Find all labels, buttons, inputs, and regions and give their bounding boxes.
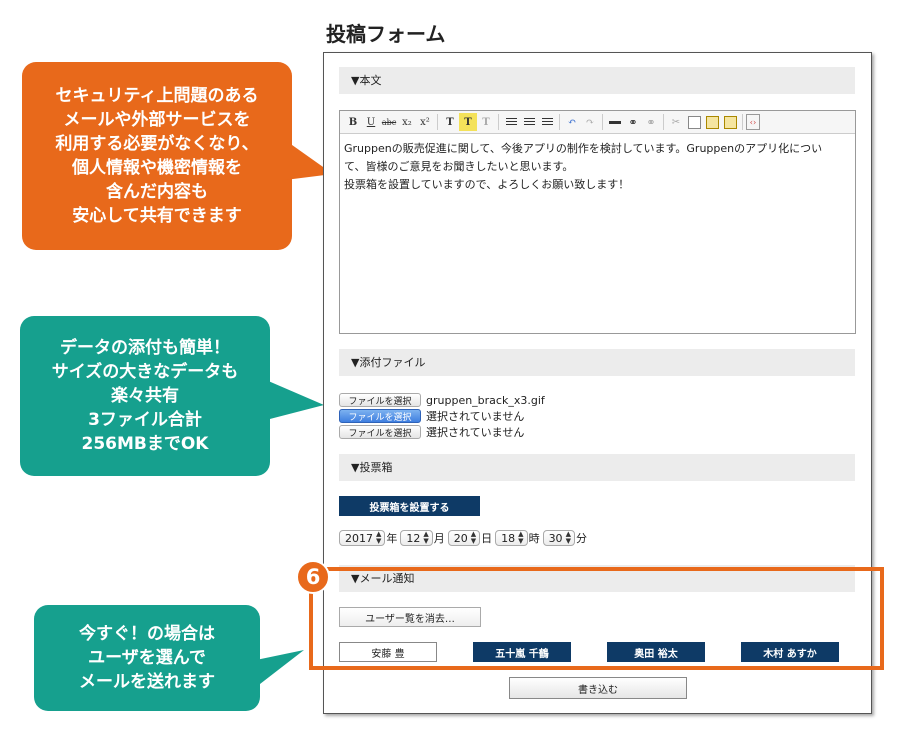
rich-text-editor[interactable]: B U abc x₂ x² T T T ↶ ↷ ⚭ ⚭ ✂ ‹› Gruppen… <box>339 110 856 334</box>
superscript-icon[interactable]: x² <box>416 113 434 131</box>
toolbar-divider <box>663 114 664 130</box>
month-select[interactable]: 12 ▲ ▼ <box>400 530 433 546</box>
file-row: ファイルを選択 選択されていません <box>339 408 524 424</box>
link-icon[interactable]: ⚭ <box>624 113 642 131</box>
editor-content[interactable]: Gruppenの販売促進に関して、今後アプリの制作を検討しています。Gruppe… <box>340 134 855 200</box>
undo-icon[interactable]: ↶ <box>563 113 581 131</box>
choose-file-button[interactable]: ファイルを選択 <box>339 409 421 423</box>
file-status: gruppen_brack_x3.gif <box>426 393 545 407</box>
file-row: ファイルを選択 gruppen_brack_x3.gif <box>339 392 545 408</box>
choose-file-button[interactable]: ファイルを選択 <box>339 425 421 439</box>
choose-file-button[interactable]: ファイルを選択 <box>339 393 421 407</box>
horizontal-rule-icon[interactable] <box>606 113 624 131</box>
editor-line: Gruppenの販売促進に関して、今後アプリの制作を検討しています。Gruppe… <box>344 142 823 155</box>
bold-icon[interactable]: B <box>344 113 362 131</box>
day-select[interactable]: 20 ▲ ▼ <box>447 530 481 546</box>
toolbar-divider <box>559 114 560 130</box>
minute-select[interactable]: 30 ▲ ▼ <box>542 530 575 546</box>
security-callout-text: セキュリティ上問題のある メールや外部サービスを 利用する必要がなくなり、 個人… <box>55 86 259 226</box>
section-header-body: ▼本文 <box>339 67 855 94</box>
hour-select[interactable]: 18 ▲ ▼ <box>495 530 528 546</box>
step-badge: 6 <box>296 560 330 594</box>
cut-icon[interactable]: ✂ <box>667 113 685 131</box>
year-unit: 年 <box>386 532 398 545</box>
source-icon[interactable]: ‹› <box>746 114 760 130</box>
unlink-icon[interactable]: ⚭ <box>642 113 660 131</box>
file-row: ファイルを選択 選択されていません <box>339 424 524 440</box>
remove-format-icon[interactable]: T <box>477 113 495 131</box>
align-left-icon[interactable] <box>502 113 520 131</box>
mail-callout-text: 今すぐ！の場合は ユーザを選んで メールを送れます <box>79 624 215 692</box>
toolbar-divider <box>437 114 438 130</box>
file-status: 選択されていません <box>426 410 525 423</box>
deadline-picker: 2017 ▲ ▼ 年 12 ▲ ▼ 月 20 ▲ ▼ 日 18 ▲ ▼ 時 30 ▲ ▼ 分 <box>339 530 587 546</box>
toolbar-divider <box>602 114 603 130</box>
setup-ballot-button[interactable]: 投票箱を設置する <box>339 496 480 516</box>
editor-line: て、皆様のご意見をお聞きしたいと思います。 <box>344 160 574 173</box>
minute-unit: 分 <box>575 532 587 545</box>
text-color-icon[interactable]: T <box>441 113 459 131</box>
underline-icon[interactable]: U <box>362 113 380 131</box>
align-center-icon[interactable] <box>520 113 538 131</box>
align-right-icon[interactable] <box>538 113 556 131</box>
editor-line: 投票箱を設置していますので、よろしくお願い致します！ <box>344 178 630 191</box>
attachment-callout-text: データの添付も簡単！ サイズの大きなデータも 楽々共有 3ファイル合計 256M… <box>51 338 239 454</box>
month-unit: 月 <box>433 532 445 545</box>
paste-word-icon[interactable] <box>721 113 739 131</box>
editor-toolbar: B U abc x₂ x² T T T ↶ ↷ ⚭ ⚭ ✂ ‹› <box>340 111 855 134</box>
paste-icon[interactable] <box>703 113 721 131</box>
page-title: 投稿フォーム <box>326 22 446 46</box>
mail-callout: 今すぐ！の場合は ユーザを選んで メールを送れます <box>34 605 260 711</box>
subscript-icon[interactable]: x₂ <box>398 113 416 131</box>
day-unit: 日 <box>481 532 493 545</box>
submit-button[interactable]: 書き込む <box>509 677 687 699</box>
year-select[interactable]: 2017 ▲ ▼ <box>339 530 386 546</box>
copy-icon[interactable] <box>685 113 703 131</box>
redo-icon[interactable]: ↷ <box>581 113 599 131</box>
toolbar-divider <box>498 114 499 130</box>
file-status: 選択されていません <box>426 426 525 439</box>
attachment-callout-tail <box>266 380 324 420</box>
background-color-icon[interactable]: T <box>459 113 477 131</box>
toolbar-divider <box>742 114 743 130</box>
mail-section-highlight <box>309 567 884 670</box>
mail-callout-tail <box>256 650 304 684</box>
hour-unit: 時 <box>528 532 540 545</box>
strikethrough-icon[interactable]: abc <box>380 113 398 131</box>
attachment-callout: データの添付も簡単！ サイズの大きなデータも 楽々共有 3ファイル合計 256M… <box>20 316 270 476</box>
section-header-attachments: ▼添付ファイル <box>339 349 855 376</box>
section-header-ballot: ▼投票箱 <box>339 454 855 481</box>
security-callout: セキュリティ上問題のある メールや外部サービスを 利用する必要がなくなり、 個人… <box>22 62 292 250</box>
